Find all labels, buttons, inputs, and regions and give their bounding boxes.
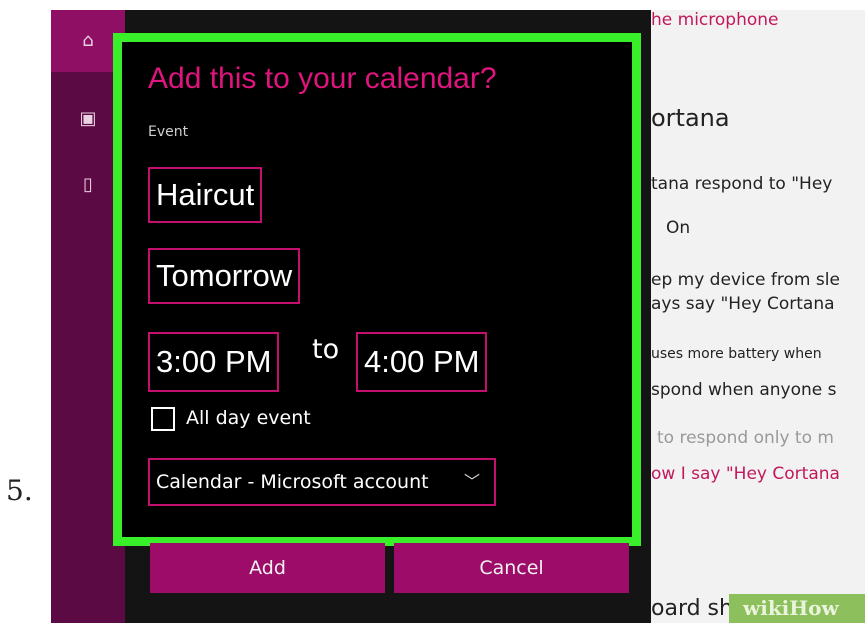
all-day-label: All day event (186, 407, 311, 429)
settings-line: oard sh (651, 596, 733, 621)
toggle-state[interactable]: On (666, 218, 690, 238)
event-label: Event (148, 124, 189, 140)
date-field[interactable]: Tomorrow (148, 248, 301, 304)
notebook-icon[interactable]: ▣ (77, 108, 99, 130)
start-time-field[interactable]: 3:00 PM (148, 332, 280, 392)
dialog-title: Add this to your calendar? (148, 62, 497, 95)
home-icon[interactable]: ⌂ (77, 30, 99, 52)
settings-heading: ortana (651, 104, 730, 132)
calendar-select[interactable]: Calendar - Microsoft account ﹀ (148, 458, 496, 506)
settings-line: uses more battery when (651, 346, 822, 362)
calendar-select-value: Calendar - Microsoft account (156, 471, 429, 493)
chevron-down-icon: ﹀ (463, 472, 480, 491)
settings-page (651, 10, 865, 623)
to-label: to (312, 334, 340, 365)
settings-line: ep my device from sle (651, 270, 840, 290)
wikihow-watermark: wikiHow (729, 594, 865, 623)
cancel-button[interactable]: Cancel (394, 543, 629, 593)
step-number: 5. (6, 474, 33, 507)
settings-line: to respond only to m (657, 428, 834, 448)
screenshot: ⌂ ▣ ▯ he microphone ortana tana respond … (51, 10, 865, 623)
all-day-checkbox[interactable] (151, 407, 175, 431)
mic-link[interactable]: he microphone (651, 10, 778, 30)
device-icon[interactable]: ▯ (77, 174, 99, 196)
settings-line: spond when anyone s (651, 380, 837, 400)
settings-link[interactable]: ow I say "Hey Cortana (651, 464, 840, 484)
settings-line: tana respond to "Hey (651, 174, 833, 194)
end-time-field[interactable]: 4:00 PM (356, 332, 488, 392)
add-button[interactable]: Add (150, 543, 385, 593)
event-name-field[interactable]: Haircut (148, 167, 263, 223)
settings-line: ays say "Hey Cortana (651, 294, 835, 314)
